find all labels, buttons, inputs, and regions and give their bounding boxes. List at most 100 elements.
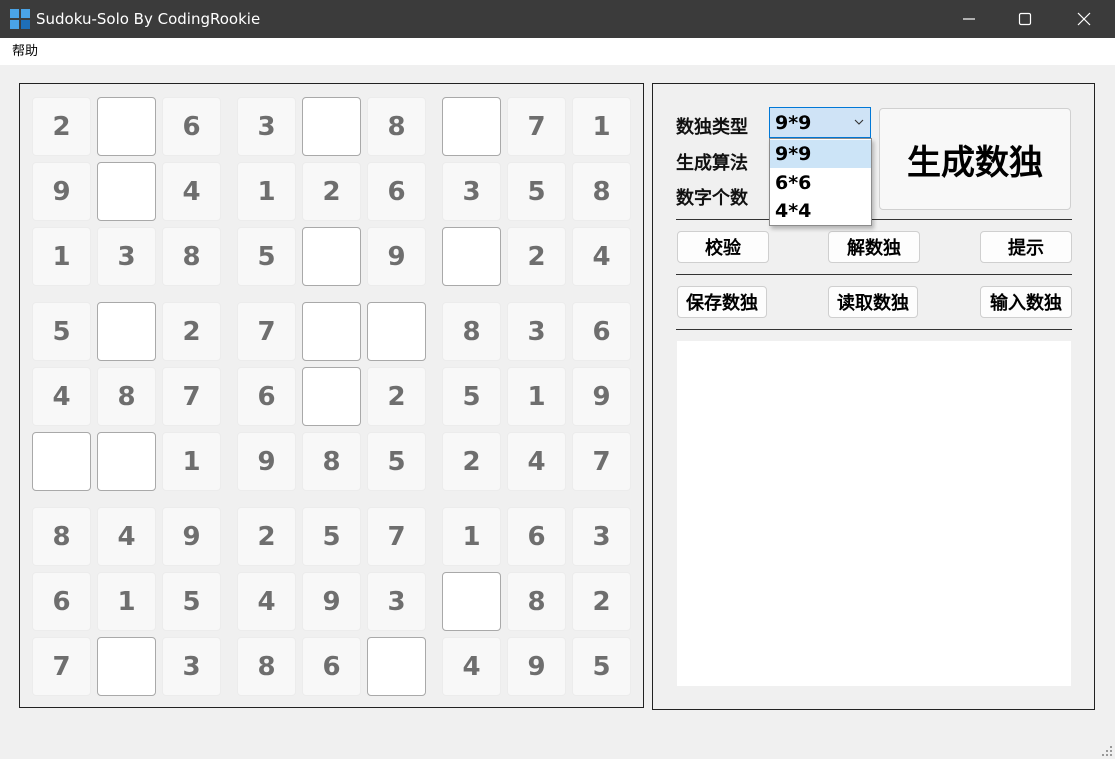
sudoku-cell: 8 (367, 97, 426, 156)
sudoku-cell: 6 (572, 302, 631, 361)
sudoku-cell: 1 (507, 367, 566, 426)
sudoku-cell: 7 (32, 637, 91, 696)
sudoku-cell: 1 (97, 572, 156, 631)
sudoku-cell: 1 (572, 97, 631, 156)
close-button[interactable] (1055, 0, 1113, 38)
save-button[interactable]: 保存数独 (677, 286, 767, 318)
sudoku-cell: 9 (572, 367, 631, 426)
resize-grip-icon[interactable] (1101, 745, 1113, 757)
sudoku-cell-empty[interactable] (97, 302, 156, 361)
sudoku-cell: 9 (367, 227, 426, 286)
menu-help[interactable]: 帮助 (6, 42, 44, 61)
sudoku-cell: 1 (162, 432, 221, 491)
sudoku-cell: 5 (507, 162, 566, 221)
sudoku-cell: 1 (32, 227, 91, 286)
sudoku-cell: 9 (32, 162, 91, 221)
sudoku-cell: 8 (162, 227, 221, 286)
minimize-button[interactable] (940, 0, 998, 38)
sudoku-cell: 5 (302, 507, 361, 566)
sudoku-cell-empty[interactable] (367, 637, 426, 696)
sudoku-cell: 8 (302, 432, 361, 491)
sudoku-cell: 8 (442, 302, 501, 361)
sudoku-cell: 2 (507, 227, 566, 286)
sudoku-cell: 9 (302, 572, 361, 631)
sudoku-cell: 8 (237, 637, 296, 696)
sudoku-cell: 3 (97, 227, 156, 286)
sudoku-cell: 2 (302, 162, 361, 221)
load-button[interactable]: 读取数独 (828, 286, 918, 318)
sudoku-cell: 6 (302, 637, 361, 696)
hint-button[interactable]: 提示 (980, 231, 1072, 263)
sudoku-cell-empty[interactable] (32, 432, 91, 491)
chevron-down-icon (854, 119, 864, 125)
sudoku-cell: 4 (32, 367, 91, 426)
count-label: 数字个数 (676, 188, 748, 209)
dropdown-option[interactable]: 4*4 (770, 197, 871, 225)
sudoku-cell-empty[interactable] (442, 572, 501, 631)
divider (676, 274, 1072, 275)
minimize-icon (963, 18, 975, 20)
sudoku-cell: 8 (572, 162, 631, 221)
sudoku-cell: 9 (237, 432, 296, 491)
output-textarea[interactable] (677, 341, 1071, 686)
dropdown-option[interactable]: 9*9 (770, 140, 871, 168)
sudoku-cell: 3 (572, 507, 631, 566)
generate-button[interactable]: 生成数独 (879, 108, 1071, 210)
sudoku-cell: 7 (507, 97, 566, 156)
maximize-icon (1018, 12, 1032, 26)
sudoku-cell: 4 (507, 432, 566, 491)
sudoku-cell: 4 (442, 637, 501, 696)
sudoku-cell: 7 (237, 302, 296, 361)
sudoku-cell: 3 (442, 162, 501, 221)
sudoku-cell: 2 (442, 432, 501, 491)
sudoku-cell-empty[interactable] (367, 302, 426, 361)
sudoku-cell: 2 (572, 572, 631, 631)
type-select-dropdown: 9*9 6*6 4*4 (769, 138, 872, 226)
sudoku-cell: 6 (367, 162, 426, 221)
sudoku-cell: 6 (237, 367, 296, 426)
sudoku-cell: 8 (507, 572, 566, 631)
sudoku-cell-empty[interactable] (97, 432, 156, 491)
sudoku-cell: 3 (162, 637, 221, 696)
sudoku-grid-icon (10, 9, 30, 29)
title-bar: Sudoku-Solo By CodingRookie (0, 0, 1115, 38)
sudoku-cell: 1 (442, 507, 501, 566)
sudoku-cell: 5 (32, 302, 91, 361)
sudoku-cell-empty[interactable] (97, 637, 156, 696)
sudoku-cell-empty[interactable] (302, 367, 361, 426)
sudoku-cell: 4 (97, 507, 156, 566)
sudoku-cell: 6 (507, 507, 566, 566)
sudoku-cell-empty[interactable] (97, 97, 156, 156)
sudoku-cell: 8 (97, 367, 156, 426)
check-button[interactable]: 校验 (677, 231, 769, 263)
sudoku-cell: 7 (572, 432, 631, 491)
sudoku-cell-empty[interactable] (442, 97, 501, 156)
sudoku-cell: 5 (367, 432, 426, 491)
sudoku-cell-empty[interactable] (442, 227, 501, 286)
sudoku-cell: 6 (162, 97, 221, 156)
sudoku-cell: 2 (237, 507, 296, 566)
sudoku-cell-empty[interactable] (302, 227, 361, 286)
divider (676, 219, 1072, 220)
algo-label: 生成算法 (676, 153, 748, 174)
sudoku-cell-empty[interactable] (97, 162, 156, 221)
divider (676, 329, 1072, 330)
dropdown-option[interactable]: 6*6 (770, 169, 871, 197)
sudoku-cell-empty[interactable] (302, 302, 361, 361)
sudoku-cell: 3 (237, 97, 296, 156)
sudoku-cell: 1 (237, 162, 296, 221)
sudoku-cell: 4 (162, 162, 221, 221)
maximize-button[interactable] (996, 0, 1054, 38)
type-select-value: 9*9 (775, 112, 812, 134)
sudoku-cell: 6 (32, 572, 91, 631)
sudoku-cell-empty[interactable] (302, 97, 361, 156)
type-select[interactable]: 9*9 (769, 107, 871, 138)
input-button[interactable]: 输入数独 (980, 286, 1072, 318)
sudoku-cell: 3 (507, 302, 566, 361)
sudoku-cell: 5 (572, 637, 631, 696)
sudoku-cell: 7 (162, 367, 221, 426)
solve-button[interactable]: 解数独 (828, 231, 920, 263)
close-icon (1077, 12, 1091, 26)
sudoku-cell: 7 (367, 507, 426, 566)
menu-bar: 帮助 (0, 38, 1115, 65)
